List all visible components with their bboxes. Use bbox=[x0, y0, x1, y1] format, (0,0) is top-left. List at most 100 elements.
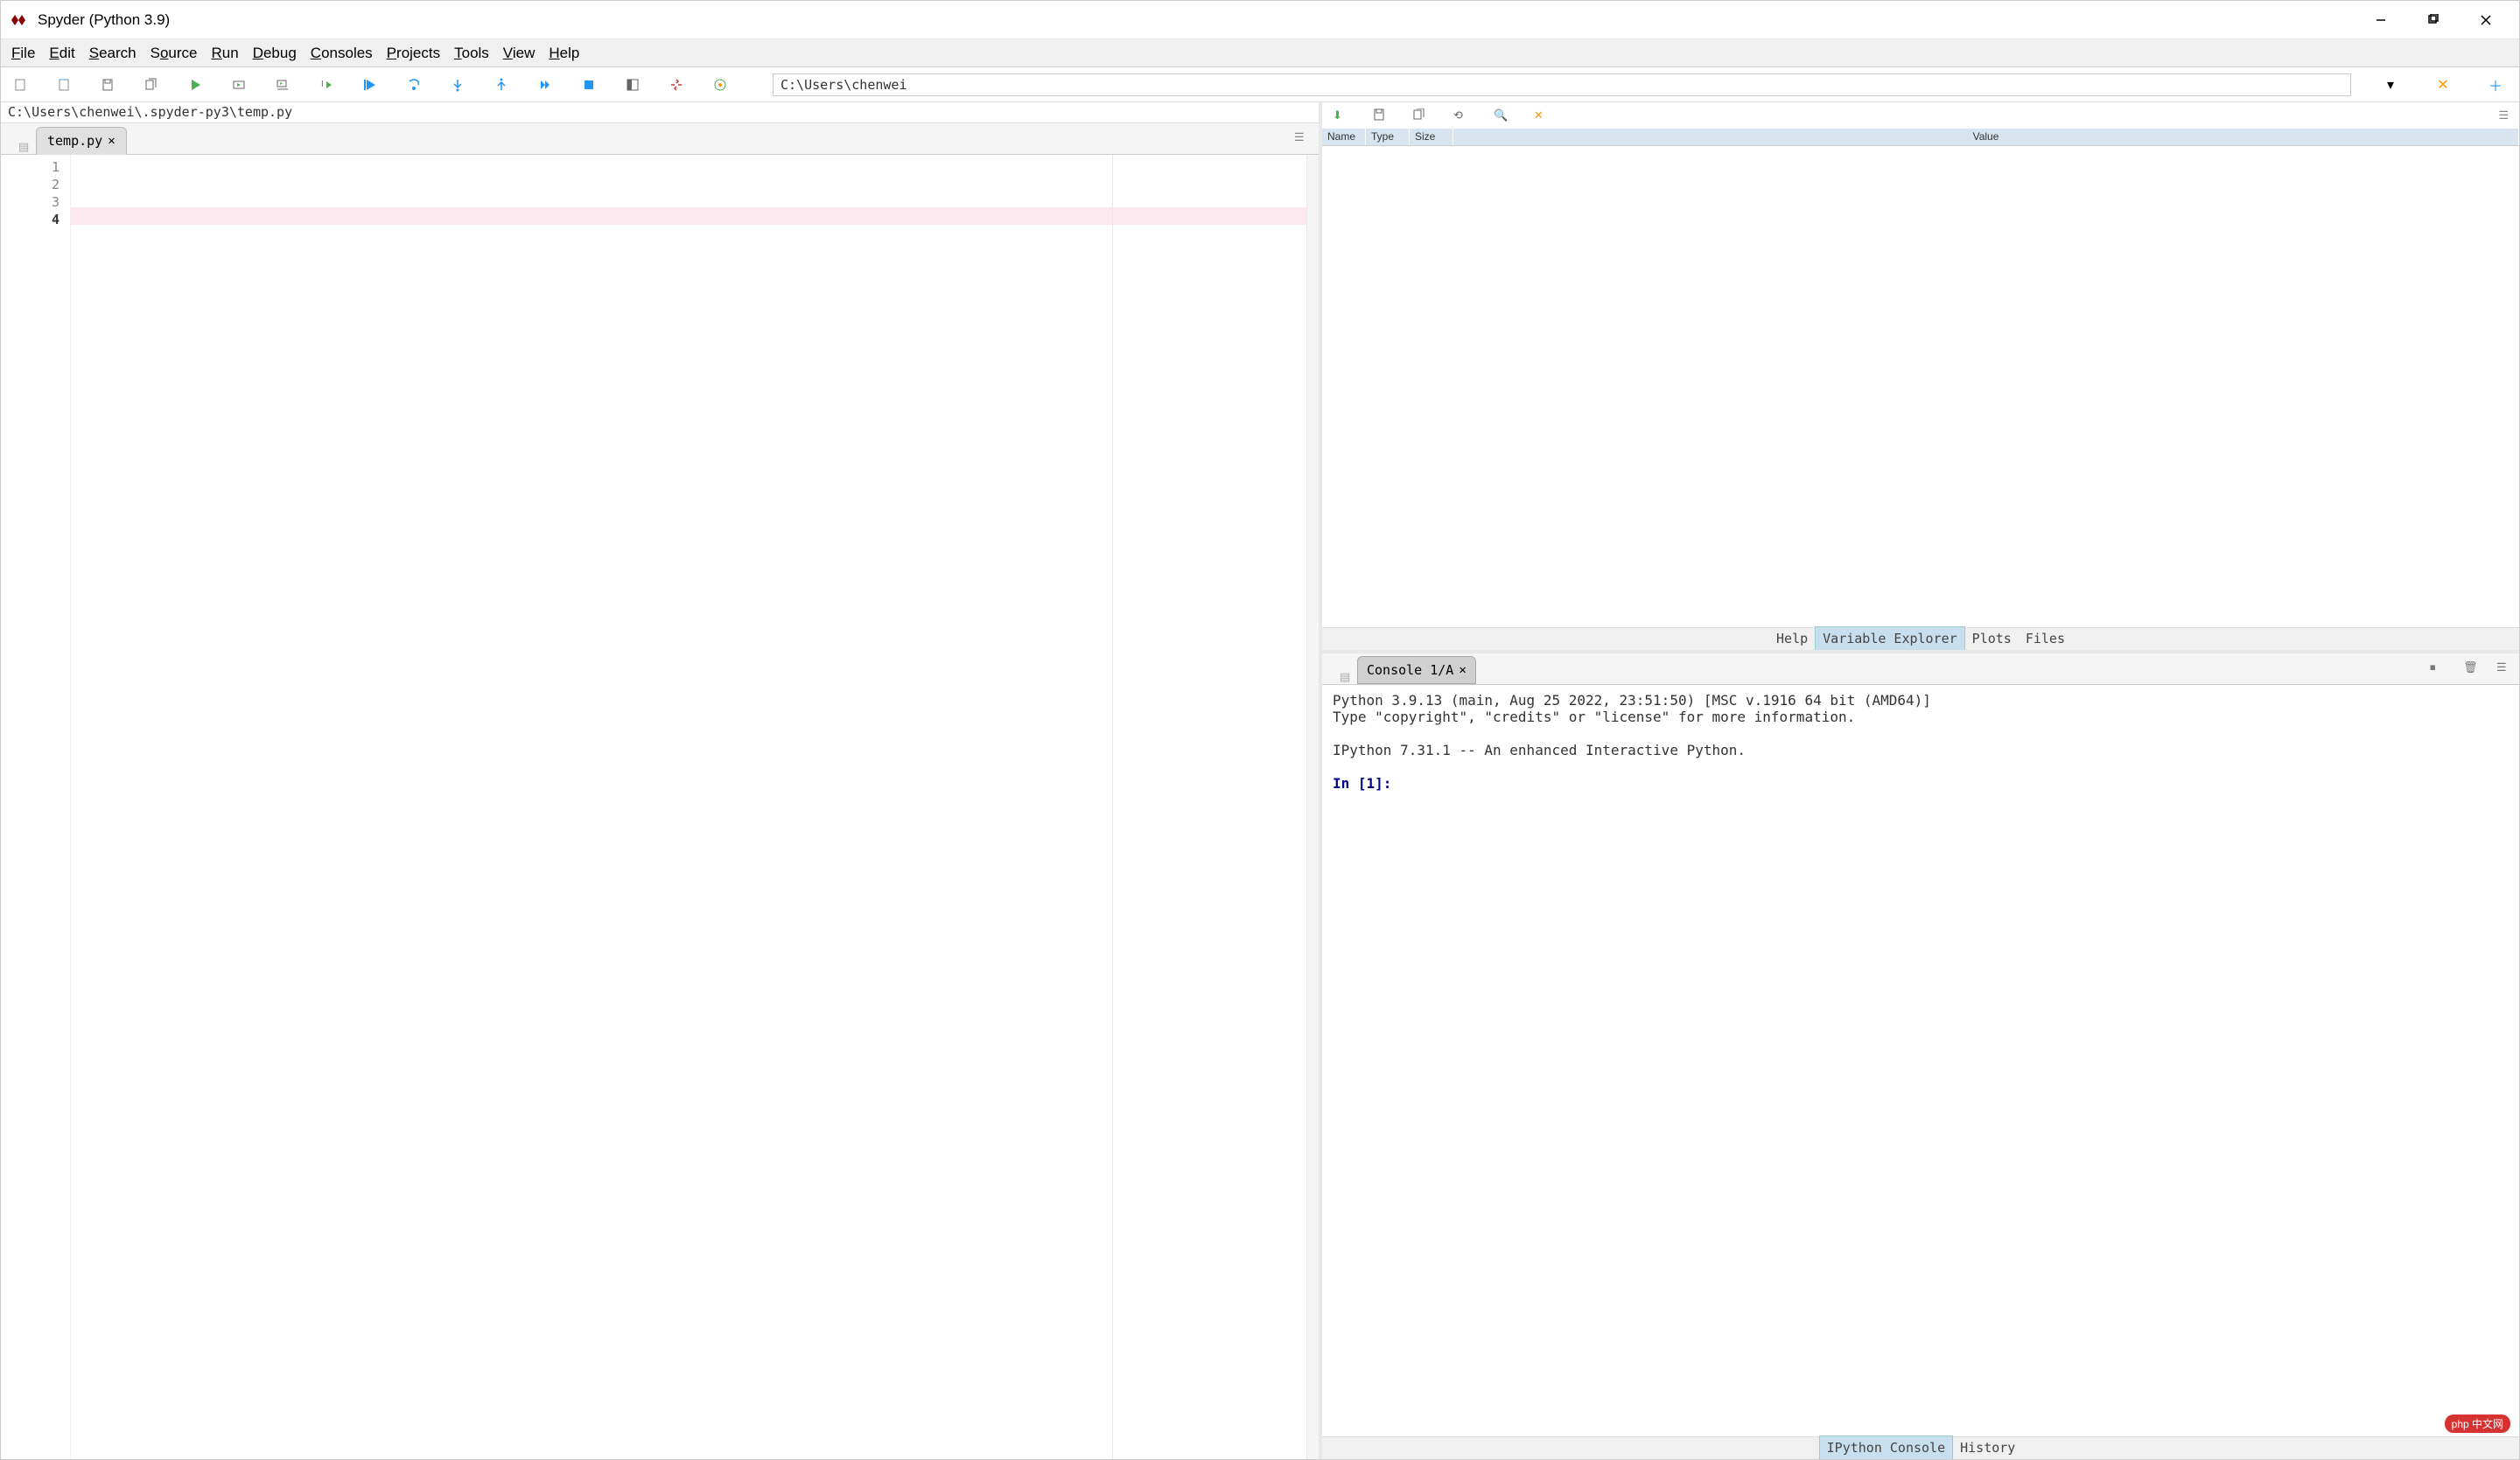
console-tab-1a[interactable]: Console 1/A ✕ bbox=[1357, 656, 1476, 684]
editor-scrollbar[interactable] bbox=[1306, 155, 1319, 1459]
preferences-icon[interactable] bbox=[668, 76, 685, 94]
tab-history[interactable]: History bbox=[1953, 1436, 2022, 1459]
save-all-icon[interactable] bbox=[143, 76, 160, 94]
save-data-icon[interactable] bbox=[1373, 108, 1387, 122]
run-cell-icon[interactable] bbox=[230, 76, 248, 94]
run-icon[interactable] bbox=[186, 76, 204, 94]
code-ruler bbox=[1112, 155, 1113, 1459]
tab-help[interactable]: Help bbox=[1769, 627, 1815, 650]
console-pane: ▤ Console 1/A ✕ ⏹ 🗑 ☰ Python 3.9.13 (mai… bbox=[1322, 653, 2519, 1459]
working-directory-dropdown[interactable]: ▾ bbox=[2377, 73, 2404, 96]
search-vars-icon[interactable]: 🔍 bbox=[1494, 108, 1508, 122]
variable-explorer-pane: ⬇ ⟲ 🔍 ✕ ☰ Name ▲ Type Size Value Help bbox=[1322, 102, 2519, 653]
code-line bbox=[71, 172, 1306, 190]
toolbar: I C:\Users\chenwei ▾ ✕ ＋ bbox=[1, 67, 2519, 102]
console-interrupt-icon[interactable]: ⏹ bbox=[2430, 660, 2446, 676]
svg-text:I: I bbox=[321, 80, 324, 89]
editor-area[interactable]: 1 2 3 4 bbox=[1, 155, 1319, 1459]
menu-source[interactable]: Source bbox=[144, 41, 205, 66]
remove-all-icon[interactable]: ✕ bbox=[1534, 108, 1548, 122]
editor-pane: C:\Users\chenwei\.spyder-py3\temp.py ▤ t… bbox=[1, 102, 1322, 1459]
menu-projects[interactable]: Projects bbox=[380, 41, 447, 66]
tab-ipython-console[interactable]: IPython Console bbox=[1819, 1436, 1953, 1459]
code-line bbox=[71, 155, 1306, 172]
console-tab-label: Console 1/A bbox=[1367, 662, 1453, 678]
debug-continue-icon[interactable] bbox=[536, 76, 554, 94]
pythonpath-icon[interactable] bbox=[711, 76, 729, 94]
variable-explorer-body[interactable] bbox=[1322, 146, 2519, 627]
console-options-icon[interactable]: ☰ bbox=[2496, 660, 2512, 676]
window-title: Spyder (Python 3.9) bbox=[38, 11, 2355, 29]
editor-options-icon[interactable]: ☰ bbox=[1294, 130, 1312, 148]
run-selection-icon[interactable]: I bbox=[318, 76, 335, 94]
menu-debug[interactable]: Debug bbox=[246, 41, 304, 66]
maximize-button[interactable] bbox=[2407, 3, 2460, 38]
console-output[interactable]: Python 3.9.13 (main, Aug 25 2022, 23:51:… bbox=[1322, 685, 2519, 1436]
editor-tab-close-icon[interactable]: ✕ bbox=[108, 134, 115, 148]
debug-step-in-icon[interactable] bbox=[449, 76, 466, 94]
console-prompt: In [1]: bbox=[1333, 775, 1391, 792]
variable-explorer-options-icon[interactable]: ☰ bbox=[2498, 108, 2509, 122]
var-header-value[interactable]: Value bbox=[1453, 129, 2519, 145]
save-data-as-icon[interactable] bbox=[1413, 108, 1427, 122]
titlebar: Spyder (Python 3.9) bbox=[1, 1, 2519, 39]
line-number: 3 bbox=[4, 193, 60, 211]
editor-tab-label: temp.py bbox=[47, 133, 102, 149]
window-controls bbox=[2355, 3, 2512, 38]
right-pane: ⬇ ⟲ 🔍 ✕ ☰ Name ▲ Type Size Value Help bbox=[1322, 102, 2519, 1459]
variable-explorer-toolbar: ⬇ ⟲ 🔍 ✕ ☰ bbox=[1322, 102, 2519, 129]
menubar: File Edit Search Source Run Debug Consol… bbox=[1, 39, 2519, 67]
open-file-icon[interactable] bbox=[55, 76, 73, 94]
debug-step-icon[interactable] bbox=[405, 76, 423, 94]
menu-search[interactable]: Search bbox=[82, 41, 144, 66]
line-number: 4 bbox=[4, 211, 60, 228]
menu-help[interactable]: Help bbox=[542, 41, 586, 66]
code-area[interactable] bbox=[71, 155, 1306, 1459]
debug-icon[interactable] bbox=[361, 76, 379, 94]
debug-stop-icon[interactable] bbox=[580, 76, 598, 94]
console-toolbar: ⏹ 🗑 ☰ bbox=[2430, 660, 2512, 676]
run-cell-advance-icon[interactable] bbox=[274, 76, 291, 94]
menu-consoles[interactable]: Consoles bbox=[304, 41, 380, 66]
refresh-icon[interactable]: ⟲ bbox=[1453, 108, 1467, 122]
editor-tab-temp[interactable]: temp.py ✕ bbox=[36, 127, 127, 155]
console-bottom-tabs: IPython Console History bbox=[1322, 1436, 2519, 1459]
working-directory-browse-icon[interactable]: ＋ bbox=[2482, 73, 2509, 96]
tab-files[interactable]: Files bbox=[2019, 627, 2072, 650]
menu-edit[interactable]: Edit bbox=[42, 41, 81, 66]
editor-gutter: 1 2 3 4 bbox=[1, 155, 71, 1459]
code-line-active bbox=[71, 207, 1306, 225]
tab-list-icon[interactable]: ▤ bbox=[18, 140, 32, 154]
variable-explorer-headers: Name ▲ Type Size Value bbox=[1322, 129, 2519, 146]
menu-file[interactable]: File bbox=[4, 41, 42, 66]
line-number: 1 bbox=[4, 158, 60, 176]
var-header-size[interactable]: Size bbox=[1410, 129, 1453, 145]
tab-variable-explorer[interactable]: Variable Explorer bbox=[1815, 626, 1965, 650]
editor-filepath: C:\Users\chenwei\.spyder-py3\temp.py bbox=[1, 102, 1319, 123]
spyder-icon bbox=[8, 10, 29, 31]
editor-tabs: ▤ temp.py ✕ ☰ bbox=[1, 123, 1319, 155]
maximize-pane-icon[interactable] bbox=[624, 76, 641, 94]
console-tab-list-icon[interactable]: ▤ bbox=[1340, 670, 1354, 684]
main-area: C:\Users\chenwei\.spyder-py3\temp.py ▤ t… bbox=[1, 102, 2519, 1459]
watermark: php 中文网 bbox=[2445, 1415, 2510, 1433]
import-data-icon[interactable]: ⬇ bbox=[1333, 108, 1347, 122]
console-tab-close-icon[interactable]: ✕ bbox=[1459, 663, 1466, 677]
close-button[interactable] bbox=[2460, 3, 2512, 38]
save-icon[interactable] bbox=[99, 76, 116, 94]
console-clear-icon[interactable]: 🗑 bbox=[2463, 660, 2479, 676]
code-line bbox=[71, 190, 1306, 207]
right-top-bottom-tabs: Help Variable Explorer Plots Files bbox=[1322, 627, 2519, 650]
menu-view[interactable]: View bbox=[496, 41, 542, 66]
debug-step-out-icon[interactable] bbox=[493, 76, 510, 94]
working-directory-clear-icon[interactable]: ✕ bbox=[2430, 73, 2456, 96]
menu-run[interactable]: Run bbox=[204, 41, 245, 66]
new-file-icon[interactable] bbox=[11, 76, 29, 94]
menu-tools[interactable]: Tools bbox=[447, 41, 496, 66]
minimize-button[interactable] bbox=[2355, 3, 2407, 38]
working-directory-input[interactable]: C:\Users\chenwei bbox=[773, 73, 2351, 96]
tab-plots[interactable]: Plots bbox=[1965, 627, 2019, 650]
line-number: 2 bbox=[4, 176, 60, 193]
var-header-type[interactable]: Type bbox=[1366, 129, 1410, 145]
var-header-name[interactable]: Name ▲ bbox=[1322, 129, 1366, 145]
